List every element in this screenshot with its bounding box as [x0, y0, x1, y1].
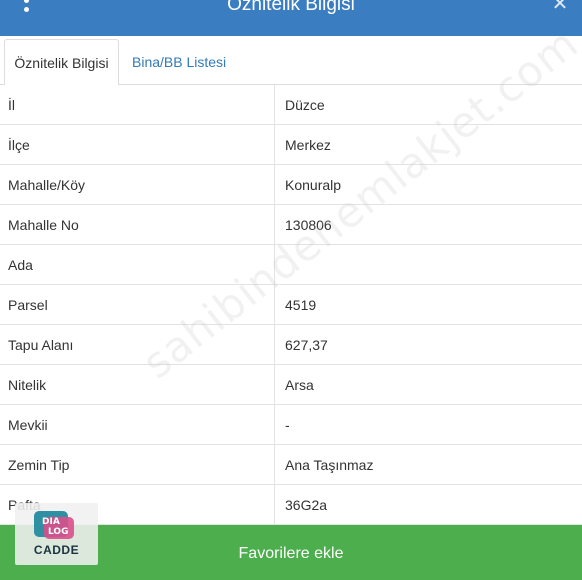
table-row: Mahalle/Köy Konuralp: [0, 165, 582, 205]
attribute-value: 627,37: [285, 337, 328, 353]
attribute-value: [276, 245, 582, 285]
attribute-key: İl: [0, 85, 275, 125]
attribute-value: Düzce: [285, 97, 325, 113]
logo-top-text: DIA: [42, 517, 60, 527]
attribute-key: Tapu Alanı: [0, 325, 275, 365]
logo-caption: CADDE: [33, 543, 80, 557]
attribute-key: Zemin Tip: [0, 445, 275, 485]
table-row: Mevkii -: [0, 405, 582, 445]
attribute-key: Mevkii: [0, 405, 275, 445]
tab-building-list[interactable]: Bina/BB Listesi: [122, 39, 236, 85]
table-row: Parsel 4519: [0, 285, 582, 325]
attribute-value: 130806: [285, 217, 332, 233]
window-header: Öznitelik Bilgisi ✕: [0, 0, 582, 36]
table-row: İl Düzce: [0, 85, 582, 125]
table-row: Mahalle No 130806: [0, 205, 582, 245]
attribute-key: Parsel: [0, 285, 275, 325]
attribute-key: Nitelik: [0, 365, 275, 405]
attribute-value: 4519: [285, 297, 317, 313]
table-row: Ada: [0, 245, 582, 285]
tab-attribute-info[interactable]: Öznitelik Bilgisi: [4, 39, 119, 86]
attribute-value: Merkez: [285, 137, 331, 153]
logo-icon: DIA LOG: [34, 511, 74, 539]
window-title: Öznitelik Bilgisi: [227, 0, 355, 15]
table-row: Tapu Alanı 627,37: [0, 325, 582, 365]
attribute-table: İl Düzce İlçe Merkez Mahalle/Köy Konural…: [0, 85, 582, 525]
table-row: İlçe Merkez: [0, 125, 582, 165]
attribute-key: İlçe: [0, 125, 275, 165]
table-row: Zemin Tip Ana Taşınmaz: [0, 445, 582, 485]
attribute-value: Arsa: [285, 377, 314, 393]
attribute-value: Ana Taşınmaz: [285, 457, 374, 473]
dialog-cadde-logo: DIA LOG CADDE: [15, 503, 98, 565]
attribute-key: Ada: [0, 245, 275, 285]
table-row: Nitelik Arsa: [0, 365, 582, 405]
close-icon[interactable]: ✕: [550, 0, 570, 16]
attribute-value: Konuralp: [285, 177, 342, 193]
attribute-key: Mahalle No: [0, 205, 275, 245]
tab-bar: Öznitelik Bilgisi Bina/BB Listesi: [0, 36, 582, 86]
attribute-value: 36G2a: [285, 497, 328, 513]
logo-bottom-text: LOG: [48, 527, 68, 537]
attribute-key: Mahalle/Köy: [0, 165, 275, 205]
attribute-value: -: [285, 417, 290, 433]
